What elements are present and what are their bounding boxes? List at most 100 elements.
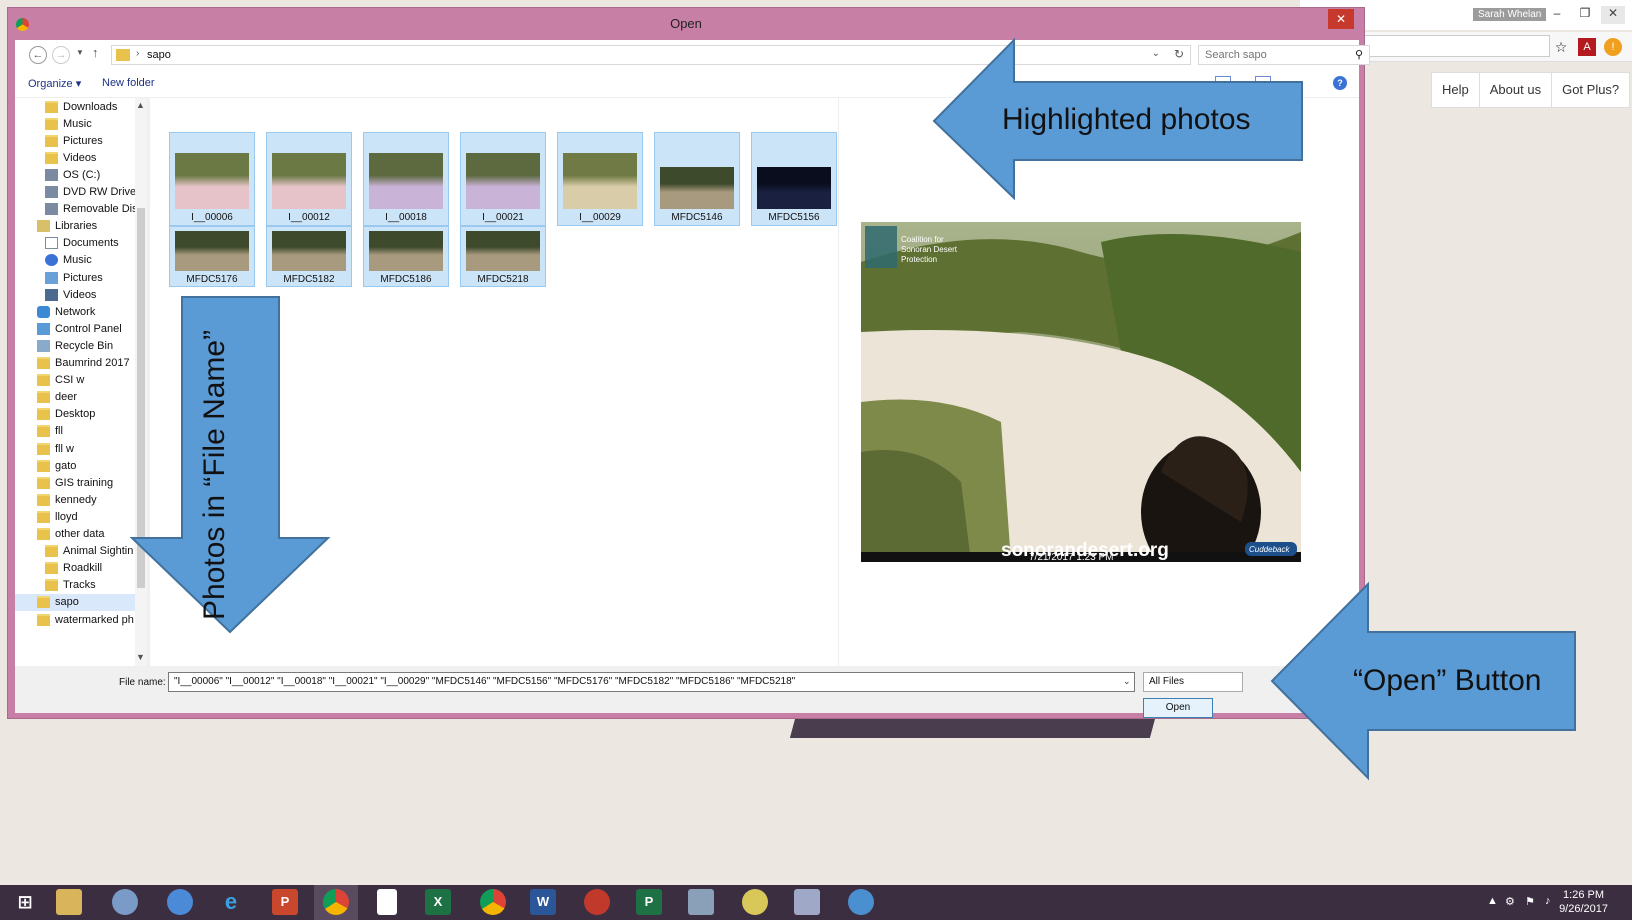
nav-item[interactable]: watermarked ph [15, 611, 140, 628]
user-badge[interactable]: Sarah Whelan [1473, 8, 1547, 21]
file-thumbnail[interactable]: I__00006 [169, 132, 255, 226]
file-explorer-icon[interactable] [56, 889, 82, 915]
file-name-input[interactable]: "I__00006" "I__00012" "I__00018" "I__000… [168, 672, 1135, 692]
nav-item[interactable]: lloyd [15, 508, 140, 525]
calculator-icon[interactable] [688, 889, 714, 915]
recent-dropdown-icon[interactable]: ▼ [76, 48, 84, 57]
nav-item[interactable]: DVD RW Drive ( [15, 184, 140, 201]
nav-item[interactable]: Videos [15, 149, 140, 166]
flag-tray-icon[interactable]: ⚑ [1525, 895, 1535, 908]
chrome-taskbar-icon[interactable] [323, 889, 349, 915]
app-icon[interactable] [794, 889, 820, 915]
file-type-select[interactable]: All Files [1143, 672, 1243, 692]
camera-app-icon[interactable] [584, 889, 610, 915]
paint-icon[interactable] [112, 889, 138, 915]
file-thumbnail[interactable]: I__00018 [363, 132, 449, 226]
nav-item[interactable]: fll [15, 423, 140, 440]
file-thumbnail[interactable]: I__00021 [460, 132, 546, 226]
internet-explorer-icon[interactable]: e [218, 889, 244, 915]
file-thumbnail[interactable]: MFDC5146 [654, 132, 740, 226]
nav-item[interactable]: other data [15, 526, 140, 543]
nav-item[interactable]: Control Panel [15, 320, 140, 337]
open-button[interactable]: Open [1143, 698, 1213, 718]
nav-item[interactable]: fll w [15, 440, 140, 457]
nav-help[interactable]: Help [1432, 73, 1480, 107]
breadcrumb[interactable]: sapo [147, 49, 171, 61]
up-icon[interactable]: ↑ [92, 45, 99, 60]
nav-scrollbar[interactable]: ▲ ▼ [135, 98, 147, 666]
minimize-icon[interactable]: – [1545, 6, 1569, 24]
nav-item[interactable]: Roadkill [15, 560, 140, 577]
nav-item[interactable]: deer [15, 389, 140, 406]
nav-item[interactable]: Tracks [15, 577, 140, 594]
chevron-down-icon[interactable]: ⌄ [1152, 48, 1160, 59]
forward-icon[interactable]: → [52, 46, 70, 64]
magnifier-icon[interactable] [848, 889, 874, 915]
start-icon[interactable]: ⊞ [12, 889, 38, 915]
browser-close-icon[interactable]: ✕ [1601, 6, 1625, 24]
nav-item[interactable]: Pictures [15, 269, 140, 286]
file-thumbnail[interactable]: I__00029 [557, 132, 643, 226]
excel-icon[interactable]: X [425, 889, 451, 915]
thunderbird-icon[interactable] [167, 889, 193, 915]
nav-about-us[interactable]: About us [1480, 73, 1553, 107]
file-thumbnail[interactable]: I__00012 [266, 132, 352, 226]
scroll-thumb[interactable] [137, 208, 145, 588]
chevron-right-icon[interactable]: › [136, 48, 139, 59]
dialog-close-button[interactable]: ✕ [1328, 9, 1354, 29]
publisher-icon[interactable]: P [636, 889, 662, 915]
nav-item[interactable]: GIS training [15, 474, 140, 491]
nav-item[interactable]: Network [15, 303, 140, 320]
nav-got-plus[interactable]: Got Plus? [1552, 73, 1629, 107]
search-field[interactable]: ⚲ [1198, 45, 1370, 65]
alert-icon[interactable]: ! [1604, 38, 1622, 56]
back-icon[interactable]: ← [29, 46, 47, 64]
nav-item[interactable]: Recycle Bin [15, 337, 140, 354]
clock[interactable]: 1:26 PM 9/26/2017 [1559, 888, 1608, 916]
view-options-icon[interactable] [1215, 76, 1231, 90]
nav-item[interactable]: Documents [15, 235, 140, 252]
nav-item[interactable]: Animal Sightin [15, 543, 140, 560]
qgis-icon[interactable] [742, 889, 768, 915]
nav-item[interactable]: Videos [15, 286, 140, 303]
file-thumbnail[interactable]: MFDC5176 [169, 226, 255, 287]
nav-item[interactable]: CSI w [15, 372, 140, 389]
nav-item[interactable]: Desktop [15, 406, 140, 423]
nav-item[interactable]: Pictures [15, 132, 140, 149]
search-input[interactable] [1199, 46, 1339, 64]
nav-item[interactable]: sapo [15, 593, 140, 611]
chrome-icon-2[interactable] [480, 889, 506, 915]
nav-item[interactable]: Removable Dis [15, 201, 140, 218]
nav-item[interactable]: Music [15, 252, 140, 269]
tray-expand-icon[interactable]: ▲ [1487, 895, 1498, 907]
powerpoint-icon[interactable]: P [272, 889, 298, 915]
scroll-up-icon[interactable]: ▲ [136, 100, 145, 110]
search-icon[interactable]: ⚲ [1355, 48, 1363, 61]
help-icon[interactable]: ? [1333, 76, 1347, 90]
nav-item[interactable]: Libraries [15, 218, 140, 235]
preview-pane-icon[interactable] [1255, 76, 1271, 90]
network-tray-icon[interactable]: ⚙ [1505, 895, 1515, 908]
nav-item[interactable]: OS (C:) [15, 166, 140, 183]
document-icon[interactable] [377, 889, 397, 915]
nav-item[interactable]: gato [15, 457, 140, 474]
word-icon[interactable]: W [530, 889, 556, 915]
pdf-extension-icon[interactable]: A [1578, 38, 1596, 56]
nav-item[interactable]: Downloads [15, 98, 140, 115]
file-thumbnail[interactable]: MFDC5186 [363, 226, 449, 287]
nav-item[interactable]: Baumrind 2017 [15, 355, 140, 372]
volume-icon[interactable]: ♪ [1545, 895, 1551, 907]
scroll-down-icon[interactable]: ▼ [136, 652, 145, 662]
organize-button[interactable]: Organize ▾ [28, 77, 81, 90]
file-thumbnail[interactable]: MFDC5218 [460, 226, 546, 287]
nav-item[interactable]: Music [15, 115, 140, 132]
path-bar[interactable]: › sapo ⌄ ↻ [111, 45, 1191, 65]
nav-item[interactable]: kennedy [15, 491, 140, 508]
new-folder-button[interactable]: New folder [102, 77, 155, 89]
file-thumbnail[interactable]: MFDC5156 [751, 132, 837, 226]
star-icon[interactable]: ☆ [1552, 38, 1570, 56]
file-name-dropdown-icon[interactable]: ⌄ [1123, 676, 1131, 687]
refresh-icon[interactable]: ↻ [1174, 47, 1184, 61]
restore-icon[interactable]: ❐ [1573, 6, 1597, 24]
file-thumbnail[interactable]: MFDC5182 [266, 226, 352, 287]
